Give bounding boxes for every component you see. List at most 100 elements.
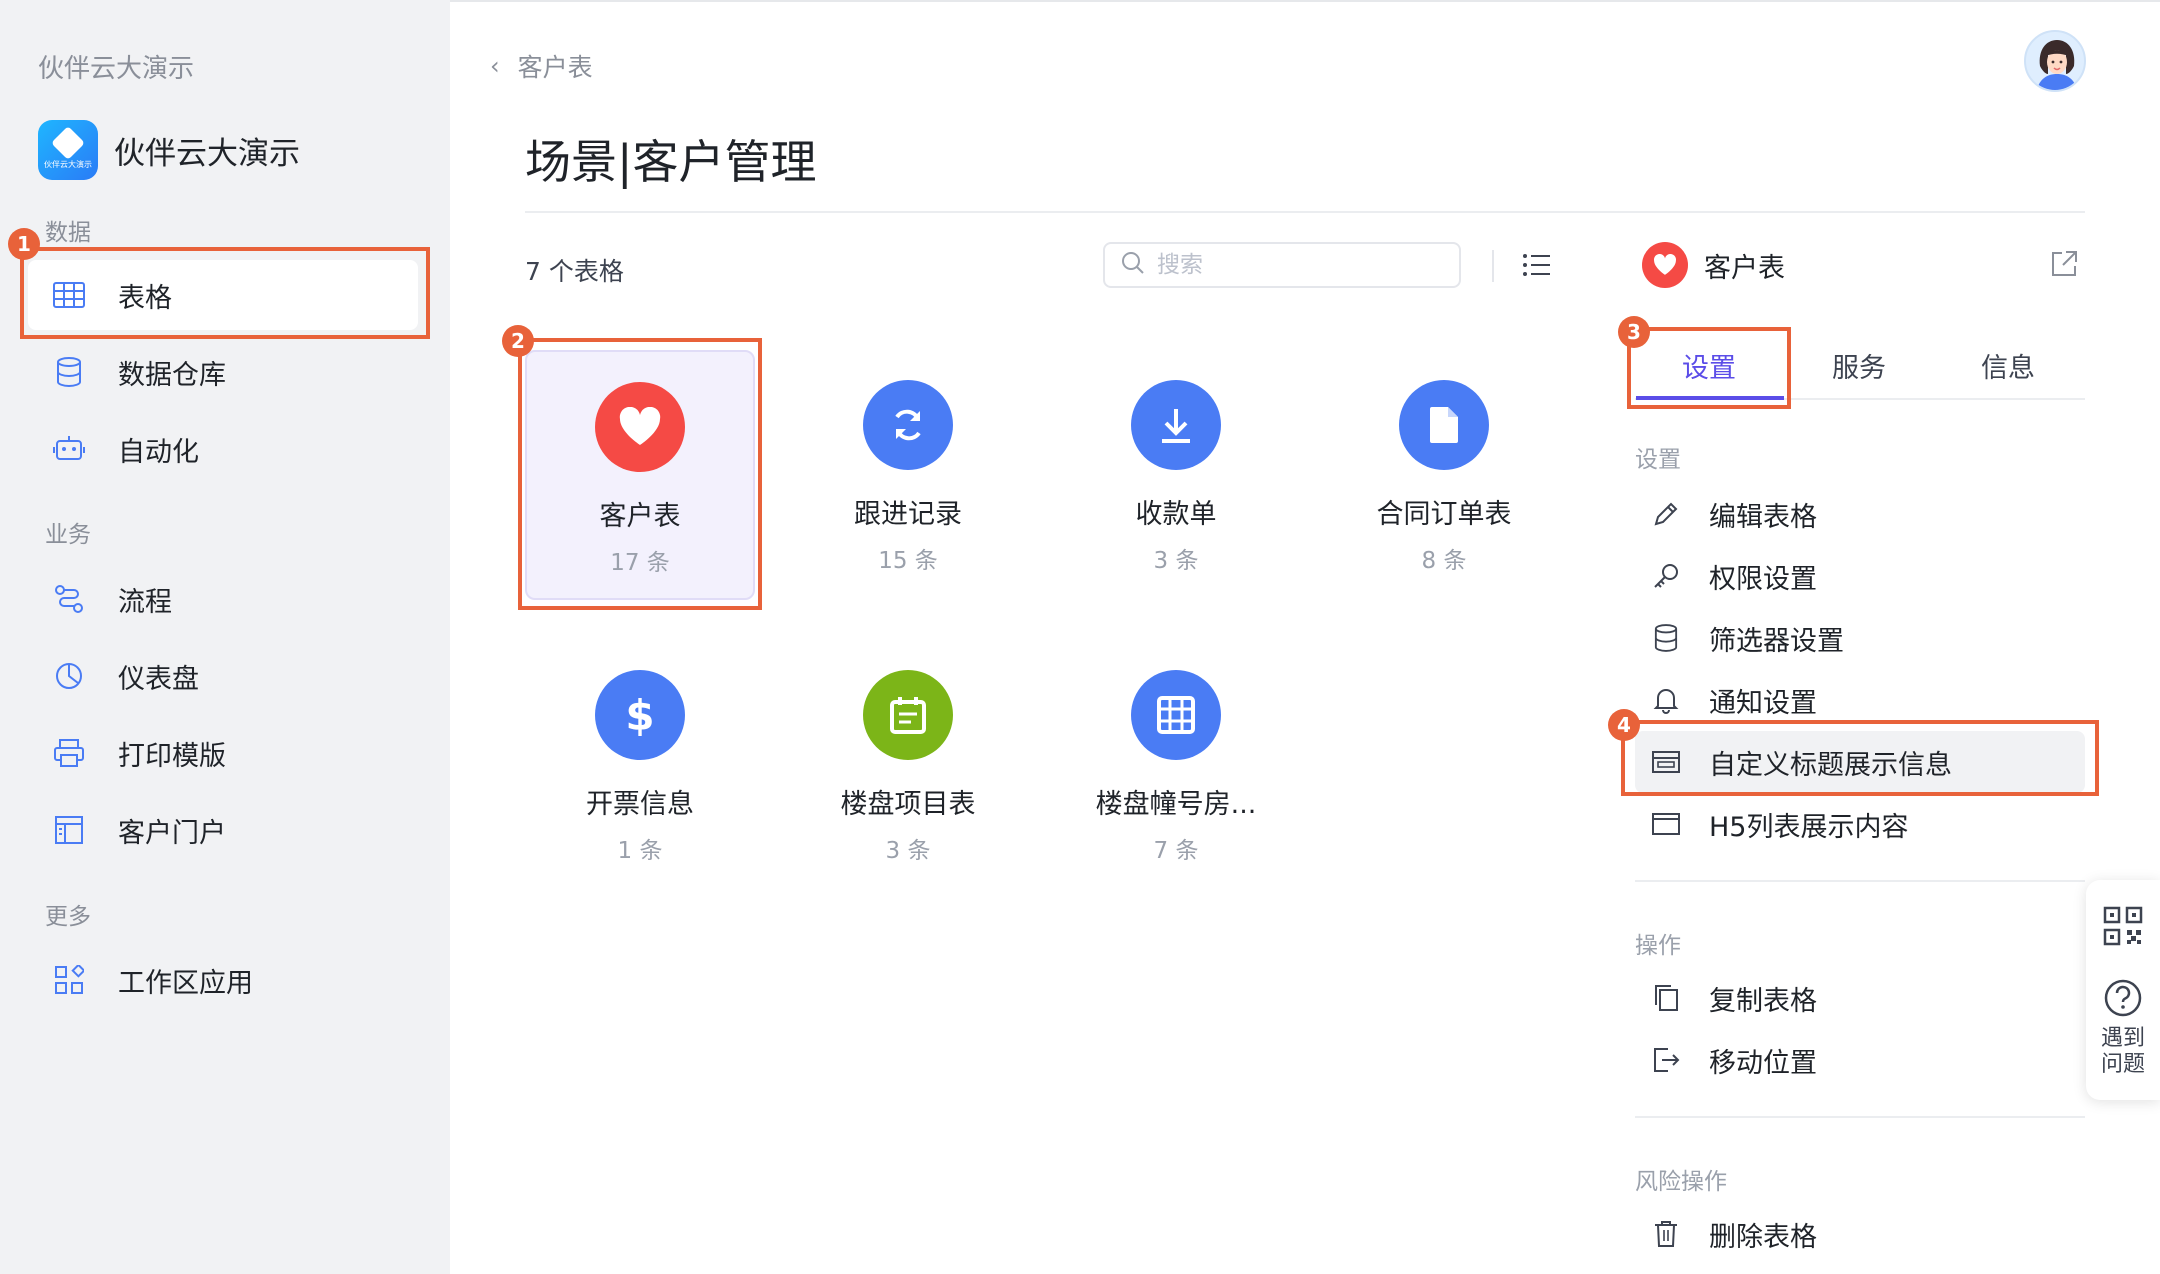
dashboard-icon [52, 659, 86, 693]
menu-label: 筛选器设置 [1709, 625, 1844, 657]
table-count: 7 个表格 [525, 257, 624, 286]
sidebar-item-label: 工作区应用 [118, 967, 253, 999]
chevron-left-icon: ‹ [490, 52, 500, 80]
sidebar-item-data-warehouse[interactable]: 数据仓库 [28, 337, 418, 407]
grid-icon [1131, 670, 1221, 760]
toolbar-separator [1492, 250, 1494, 282]
annotation-box-3 [1627, 327, 1791, 409]
list-view-icon[interactable] [1522, 252, 1552, 278]
menu-delete-table[interactable]: 删除表格 [1635, 1203, 2085, 1265]
menu-label: 通知设置 [1709, 687, 1817, 719]
annotation-box-4 [1621, 720, 2099, 796]
sidebar-item-workspace-apps[interactable]: 工作区应用 [28, 945, 418, 1015]
database-icon [1649, 621, 1683, 655]
search-input[interactable] [1157, 252, 1427, 278]
key-icon [1649, 559, 1683, 593]
table-card-receipt[interactable]: 收款单 3 条 [1061, 350, 1291, 600]
table-card-followup[interactable]: 跟进记录 15 条 [793, 350, 1023, 600]
table-card-name: 合同订单表 [1376, 499, 1512, 530]
workspace-title: 伙伴云大演示 [38, 54, 195, 84]
printer-icon [52, 736, 86, 770]
avatar[interactable] [2024, 30, 2086, 92]
robot-icon [52, 432, 86, 466]
annotation-marker-4: 4 [1608, 709, 1640, 741]
floating-toolbar: 遇到问题 [2086, 880, 2160, 1100]
table-card-count: 7 条 [1153, 838, 1199, 864]
portal-icon [52, 813, 86, 847]
page-title: 场景|客户管理 [525, 135, 817, 189]
divider [1635, 880, 2085, 882]
table-card-count: 8 条 [1421, 548, 1467, 574]
table-card-count: 3 条 [1153, 548, 1199, 574]
move-icon [1649, 1043, 1683, 1077]
sidebar: 伙伴云大演示 伙伴云大演示 伙伴云大演示 数据 表格 数据仓库 自动化 业务 流… [0, 0, 450, 1274]
back-label: 客户表 [517, 53, 593, 82]
app-name: 伙伴云大演示 [114, 135, 300, 172]
table-card-name: 开票信息 [586, 789, 694, 820]
sidebar-item-label: 自动化 [118, 436, 199, 468]
annotation-marker-3: 3 [1618, 316, 1650, 348]
menu-label: 权限设置 [1709, 563, 1817, 595]
bell-icon [1649, 683, 1683, 717]
tab-service[interactable]: 服务 [1832, 346, 1886, 385]
table-card-property-project[interactable]: 楼盘项目表 3 条 [793, 640, 1023, 890]
download-icon [1131, 380, 1221, 470]
open-external-icon[interactable] [2050, 250, 2078, 278]
sidebar-item-print-template[interactable]: 打印模版 [28, 718, 418, 788]
back-link[interactable]: ‹ 客户表 [490, 48, 593, 84]
search-box[interactable] [1103, 242, 1461, 288]
database-icon [52, 355, 86, 389]
app-switcher[interactable]: 伙伴云大演示 伙伴云大演示 [38, 120, 300, 180]
group-label-settings: 设置 [1635, 447, 1681, 473]
menu-label: 删除表格 [1709, 1221, 1817, 1253]
panel-header: 客户表 [1642, 242, 1785, 288]
file-icon [1399, 380, 1489, 470]
dollar-icon: $ [595, 670, 685, 760]
menu-edit-table[interactable]: 编辑表格 [1635, 483, 2085, 545]
menu-move-position[interactable]: 移动位置 [1635, 1029, 2085, 1091]
panel-title: 客户表 [1704, 252, 1785, 284]
heart-icon [1642, 242, 1688, 288]
menu-copy-table[interactable]: 复制表格 [1635, 967, 2085, 1029]
annotation-marker-1: 1 [8, 228, 40, 260]
table-card-name: 跟进记录 [854, 499, 962, 530]
table-card-count: 15 条 [878, 548, 938, 574]
calendar-icon [863, 670, 953, 760]
table-card-name: 收款单 [1135, 499, 1217, 530]
group-label-danger: 风险操作 [1635, 1169, 1727, 1195]
menu-label: H5列表展示内容 [1709, 811, 1909, 843]
menu-h5-list-display[interactable]: H5列表展示内容 [1635, 793, 2085, 855]
table-card-property-building[interactable]: 楼盘幢号房... 7 条 [1061, 640, 1291, 890]
group-label-operations: 操作 [1635, 933, 1681, 959]
sync-icon [863, 380, 953, 470]
pencil-icon [1649, 497, 1683, 531]
divider [525, 211, 2085, 213]
menu-label: 移动位置 [1709, 1047, 1817, 1079]
help-icon[interactable] [2103, 978, 2143, 1022]
sidebar-item-label: 仪表盘 [118, 663, 199, 695]
app-logo: 伙伴云大演示 [38, 120, 98, 180]
tab-info[interactable]: 信息 [1981, 346, 2035, 385]
copy-icon [1649, 981, 1683, 1015]
table-card-invoice[interactable]: $ 开票信息 1 条 [525, 640, 755, 890]
menu-filter-settings[interactable]: 筛选器设置 [1635, 607, 2085, 669]
sidebar-item-automation[interactable]: 自动化 [28, 414, 418, 484]
table-card-count: 3 条 [885, 838, 931, 864]
section-label-more: 更多 [45, 904, 91, 930]
annotation-marker-2: 2 [502, 325, 534, 357]
qr-code-icon[interactable] [2103, 906, 2143, 950]
annotation-box-2 [518, 338, 762, 610]
section-label-data: 数据 [45, 220, 91, 246]
table-card-contract[interactable]: 合同订单表 8 条 [1329, 350, 1559, 600]
window-icon [1649, 807, 1683, 841]
table-card-name: 楼盘项目表 [840, 789, 976, 820]
sidebar-item-dashboard[interactable]: 仪表盘 [28, 641, 418, 711]
divider [1635, 1116, 2085, 1118]
help-label[interactable]: 遇到问题 [2086, 1026, 2160, 1078]
menu-permission-settings[interactable]: 权限设置 [1635, 545, 2085, 607]
sidebar-item-workflow[interactable]: 流程 [28, 564, 418, 634]
section-label-business: 业务 [45, 522, 91, 548]
sidebar-item-customer-portal[interactable]: 客户门户 [28, 795, 418, 865]
sidebar-item-label: 打印模版 [118, 740, 226, 772]
apps-icon [52, 963, 86, 997]
